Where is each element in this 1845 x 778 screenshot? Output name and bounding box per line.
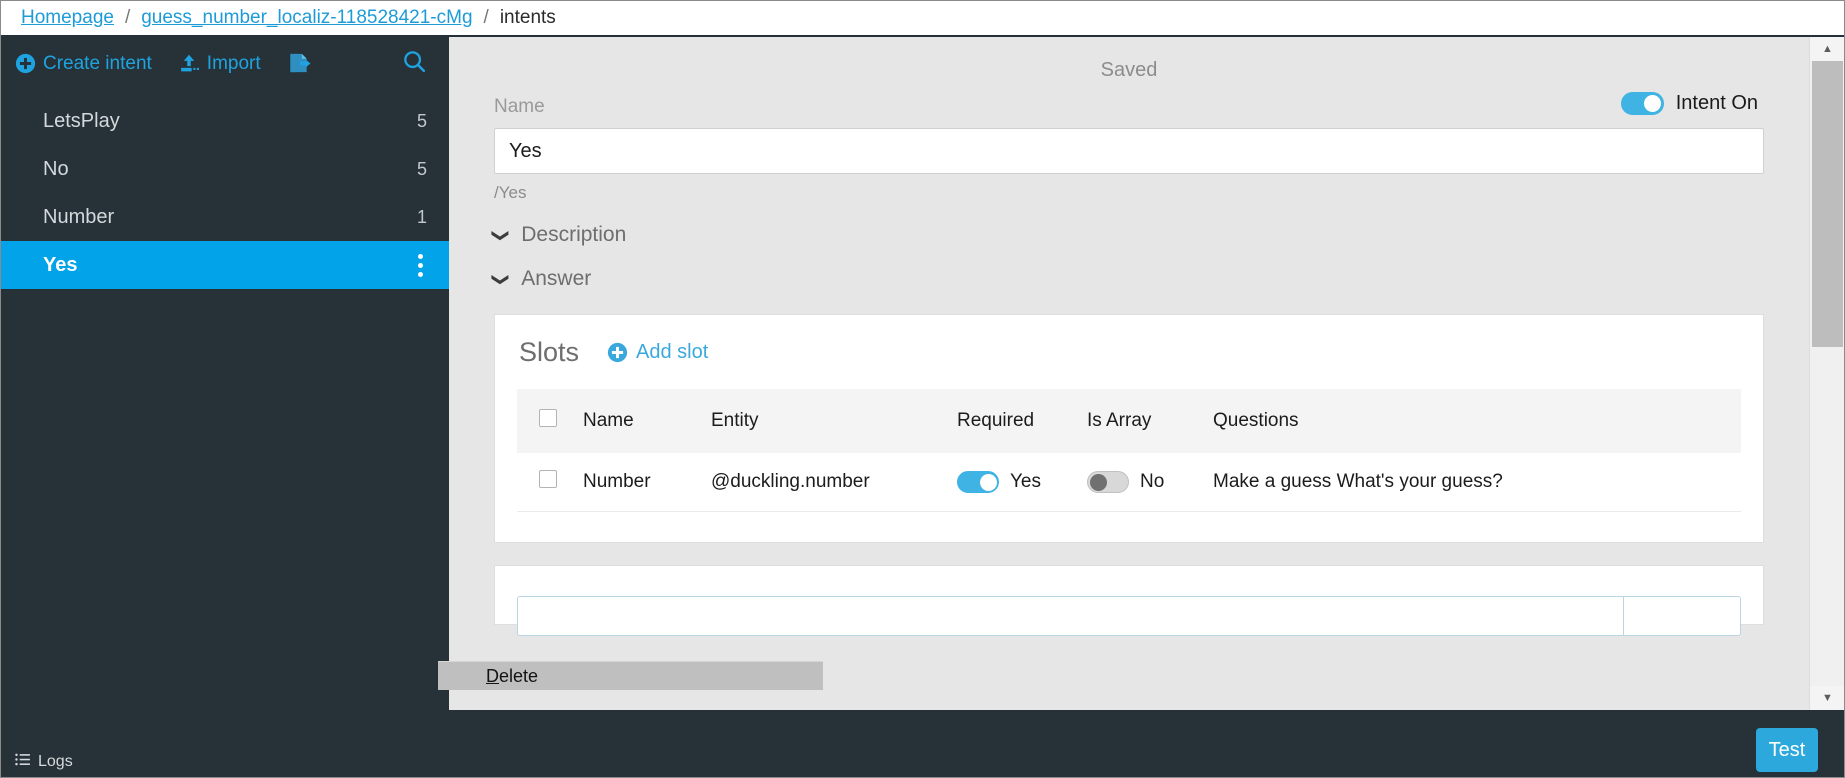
slot-required-cell: Yes [957, 453, 1087, 512]
section-answer-label: Answer [521, 267, 591, 291]
intent-count: 5 [413, 159, 427, 180]
intent-name: LetsPlay [43, 110, 120, 133]
lower-panel-input[interactable] [517, 596, 1623, 636]
chevron-down-icon: ❯ [493, 272, 510, 286]
table-row[interactable]: Number @duckling.number Yes [517, 453, 1741, 512]
breadcrumb: Homepage / guess_number_localiz-11852842… [1, 1, 1844, 37]
application-window: Homepage / guess_number_localiz-11852842… [0, 0, 1845, 778]
scrollbar-thumb[interactable] [1812, 61, 1843, 347]
slot-entity: @duckling.number [711, 453, 957, 512]
slots-select-all-header [517, 389, 583, 453]
slot-name: Number [583, 453, 711, 512]
column-header-questions: Questions [1213, 389, 1741, 453]
export-icon [287, 52, 311, 75]
intent-count: 5 [413, 111, 427, 132]
sidebar-item-number[interactable]: Number 1 [1, 193, 449, 241]
create-intent-label: Create intent [43, 53, 152, 75]
add-slot-label: Add slot [636, 341, 708, 364]
slots-panel: Slots Add slot [494, 314, 1764, 543]
slots-table-header-row: Name Entity Required Is Array Questions [517, 389, 1741, 453]
context-menu-delete-label: Delete [486, 666, 538, 687]
search-button[interactable] [402, 49, 427, 79]
logs-bar[interactable]: Logs [1, 747, 1844, 777]
lower-panel-button[interactable] [1623, 596, 1741, 636]
slot-is-array-label: No [1140, 471, 1164, 493]
slot-required-label: Yes [1010, 471, 1041, 493]
content-vertical-scrollbar[interactable]: ▲ ▼ [1809, 37, 1844, 710]
breadcrumb-item-intents: intents [500, 7, 556, 29]
intent-on-toggle-group: Intent On [1621, 92, 1758, 115]
intent-on-label: Intent On [1676, 92, 1758, 115]
search-icon [402, 49, 427, 79]
bottom-action-bar [449, 710, 1844, 747]
intent-name-input[interactable] [494, 128, 1764, 174]
breadcrumb-separator: / [125, 7, 130, 29]
sidebar-item-no[interactable]: No 5 [1, 145, 449, 193]
intent-list: LetsPlay 5 No 5 Number 1 Yes [1, 90, 449, 289]
slot-is-array-toggle[interactable] [1087, 471, 1129, 493]
intent-options-menu-icon[interactable] [414, 252, 427, 279]
breadcrumb-item-project[interactable]: guess_number_localiz-118528421-cMg [141, 7, 472, 29]
scroll-up-arrow-icon[interactable]: ▲ [1810, 37, 1844, 61]
slots-title: Slots [519, 337, 579, 368]
slot-is-array-cell: No [1087, 453, 1213, 512]
intent-path: /Yes [494, 183, 1764, 203]
column-header-is-array: Is Array [1087, 389, 1213, 453]
section-description[interactable]: ❯ Description [494, 223, 1764, 247]
test-button[interactable]: Test [1756, 728, 1818, 772]
sidebar-item-letsplay[interactable]: LetsPlay 5 [1, 97, 449, 145]
intent-on-toggle[interactable] [1621, 92, 1664, 115]
breadcrumb-item-homepage[interactable]: Homepage [21, 7, 114, 29]
plus-circle-icon [15, 53, 36, 74]
section-description-label: Description [521, 223, 626, 247]
sidebar-toolbar: Create intent Import [1, 37, 449, 90]
intent-count: 1 [413, 207, 427, 228]
import-button[interactable]: Import [178, 53, 261, 75]
slot-required-toggle[interactable] [957, 471, 999, 493]
sidebar-item-yes[interactable]: Yes [1, 241, 449, 289]
row-checkbox[interactable] [539, 470, 557, 488]
row-select-cell [517, 453, 583, 512]
name-field-header: Name Intent On [494, 92, 1764, 128]
save-status: Saved [494, 37, 1764, 82]
intent-detail-scroll-area: Saved Name Intent On /Yes ❯ Description … [449, 37, 1809, 710]
logs-label: Logs [38, 753, 73, 771]
column-header-entity: Entity [711, 389, 957, 453]
intent-name: Yes [43, 254, 77, 277]
plus-circle-icon [607, 342, 628, 363]
name-label: Name [494, 96, 545, 118]
section-answer[interactable]: ❯ Answer [494, 267, 1764, 291]
intent-detail-panel: Saved Name Intent On /Yes ❯ Description … [449, 37, 1844, 710]
scroll-down-arrow-icon[interactable]: ▼ [1810, 686, 1844, 710]
slot-questions: Make a guess What's your guess? [1213, 453, 1741, 512]
logs-icon [15, 753, 30, 771]
column-header-name: Name [583, 389, 711, 453]
context-menu-delete[interactable]: Delete [438, 661, 823, 690]
slots-table: Name Entity Required Is Array Questions [517, 389, 1741, 512]
import-label: Import [207, 53, 261, 75]
slots-header: Slots Add slot [517, 337, 1741, 368]
select-all-checkbox[interactable] [539, 409, 557, 427]
column-header-required: Required [957, 389, 1087, 453]
chevron-down-icon: ❯ [493, 228, 510, 242]
intent-name: No [43, 158, 69, 181]
intent-name: Number [43, 206, 114, 229]
export-button[interactable] [287, 52, 311, 75]
intent-sidebar: Create intent Import [1, 37, 449, 777]
lower-panel-partial [494, 565, 1764, 625]
add-slot-button[interactable]: Add slot [607, 341, 708, 364]
create-intent-button[interactable]: Create intent [15, 53, 152, 75]
breadcrumb-separator: / [484, 7, 489, 29]
upload-icon [178, 53, 200, 74]
